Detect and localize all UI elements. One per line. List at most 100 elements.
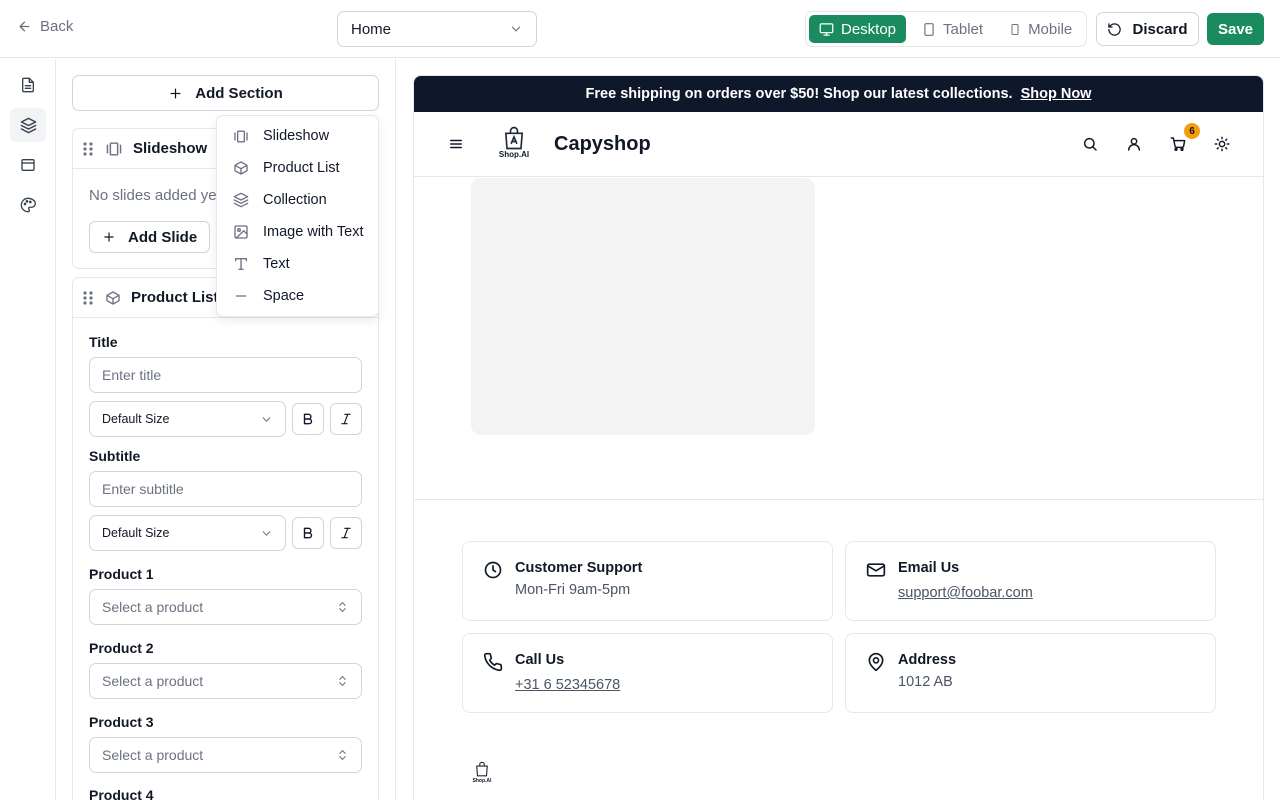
slideshow-icon [106, 141, 122, 156]
menu-item-product-list[interactable]: Product List [221, 152, 374, 184]
tablet-icon [924, 22, 934, 36]
contact-value: 1012 AB [898, 674, 953, 690]
shopping-bag-icon [504, 126, 524, 150]
drag-handle-icon[interactable] [81, 290, 95, 306]
subtitle-input[interactable]: Enter subtitle [89, 471, 362, 507]
title-input-placeholder: Enter title [102, 367, 162, 383]
subtitle-italic-button[interactable] [330, 517, 362, 549]
monitor-icon [819, 22, 834, 36]
title-field-label: Title [89, 334, 118, 350]
contact-title: Address [898, 652, 957, 668]
device-desktop-button[interactable]: Desktop [809, 15, 907, 43]
smartphone-icon [1011, 23, 1019, 35]
discard-button[interactable]: Discard [1096, 12, 1199, 46]
title-size-select[interactable]: Default Size [89, 401, 286, 437]
back-label: Back [40, 18, 74, 35]
product-4-label: Product 4 [89, 787, 154, 800]
icon-rail [0, 59, 56, 800]
user-icon[interactable] [1126, 136, 1142, 152]
add-slide-button[interactable]: Add Slide [89, 221, 211, 253]
shop-now-link[interactable]: Shop Now [1021, 86, 1092, 102]
package-icon [106, 290, 120, 305]
device-tablet-button[interactable]: Tablet [912, 15, 993, 43]
palette-icon [20, 197, 36, 213]
chevron-down-icon [262, 416, 271, 422]
cart-icon[interactable] [1170, 136, 1186, 152]
email-link[interactable]: support@foobar.com [898, 585, 1033, 601]
page-select[interactable]: Home [337, 11, 537, 47]
drag-handle-icon[interactable] [81, 141, 95, 157]
footer-logo-text: Shop.AI [472, 778, 492, 784]
product-2-label: Product 2 [89, 640, 154, 656]
italic-icon [341, 527, 351, 539]
clock-icon [484, 561, 502, 579]
product-1-label: Product 1 [89, 566, 154, 582]
product-2-select[interactable]: Select a product [89, 663, 362, 699]
search-icon[interactable] [1082, 136, 1098, 152]
menu-item-collection[interactable]: Collection [221, 184, 374, 216]
mail-icon [866, 563, 886, 577]
announcement-text: Free shipping on orders over $50! Shop o… [585, 86, 1013, 102]
product-1-select[interactable]: Select a product [89, 589, 362, 625]
announcement-bar: Free shipping on orders over $50! Shop o… [414, 76, 1263, 112]
menu-item-label: Space [263, 288, 305, 304]
top-bar: Back Home Desktop Tablet Mobile Discard … [0, 0, 1280, 58]
contact-card-address: Address 1012 AB [845, 633, 1216, 713]
map-pin-icon [868, 652, 884, 672]
slideshow-section-title: Slideshow [133, 140, 208, 157]
back-button[interactable]: Back [17, 18, 73, 35]
phone-link[interactable]: +31 6 52345678 [515, 677, 620, 693]
menu-item-text[interactable]: Text [221, 248, 374, 280]
phone-icon [483, 652, 503, 672]
logo-text: Shop.AI [498, 150, 530, 159]
discard-label: Discard [1132, 20, 1188, 38]
layout-icon [21, 159, 35, 171]
image-icon [234, 225, 248, 239]
product-list-section-card: Product List Title Enter title Default S… [72, 277, 379, 800]
footer-logo[interactable]: Shop.AI [470, 760, 494, 786]
minus-icon [235, 295, 247, 297]
bold-icon [303, 413, 313, 425]
device-mobile-button[interactable]: Mobile [999, 15, 1082, 43]
menu-item-space[interactable]: Space [221, 280, 374, 312]
product-3-select[interactable]: Select a product [89, 737, 362, 773]
contact-title: Call Us [515, 652, 565, 668]
contact-value: Mon-Fri 9am-5pm [515, 582, 631, 598]
title-italic-button[interactable] [330, 403, 362, 435]
add-section-button[interactable]: Add Section [72, 75, 379, 111]
chevron-down-icon [262, 530, 271, 536]
menu-item-label: Collection [263, 192, 327, 208]
title-input[interactable]: Enter title [89, 357, 362, 393]
save-button[interactable]: Save [1207, 13, 1264, 45]
subtitle-field-label: Subtitle [89, 448, 141, 464]
sun-icon[interactable] [1214, 136, 1230, 152]
product-list-section-title: Product List [131, 289, 219, 306]
device-toggle-group: Desktop Tablet Mobile [805, 11, 1087, 47]
subtitle-bold-button[interactable] [292, 517, 324, 549]
subtitle-size-select[interactable]: Default Size [89, 515, 286, 551]
layers-icon [20, 117, 36, 133]
chevron-down-icon [511, 26, 521, 32]
undo-icon [1108, 22, 1122, 36]
store-logo[interactable]: Shop.AI [496, 124, 532, 164]
rail-pages-button[interactable] [10, 68, 46, 102]
menu-item-label: Text [263, 256, 290, 272]
product-1-placeholder: Select a product [102, 599, 204, 615]
store-header: Shop.AI Capyshop 6 [414, 112, 1263, 177]
contact-title: Customer Support [515, 560, 643, 576]
chevrons-up-down-icon [339, 601, 346, 613]
bold-icon [303, 527, 313, 539]
menu-item-slideshow[interactable]: Slideshow [221, 120, 374, 152]
brand-name[interactable]: Capyshop [554, 133, 651, 156]
device-desktop-label: Desktop [841, 20, 897, 38]
product-3-placeholder: Select a product [102, 747, 204, 763]
chevrons-up-down-icon [339, 675, 346, 687]
device-mobile-label: Mobile [1028, 20, 1073, 38]
rail-sections-button[interactable] [10, 108, 46, 142]
rail-layout-button[interactable] [10, 148, 46, 182]
menu-icon[interactable] [449, 137, 463, 151]
menu-item-image-with-text[interactable]: Image with Text [221, 216, 374, 248]
rail-theme-button[interactable] [10, 188, 46, 222]
product-image-placeholder [471, 178, 815, 435]
title-bold-button[interactable] [292, 403, 324, 435]
